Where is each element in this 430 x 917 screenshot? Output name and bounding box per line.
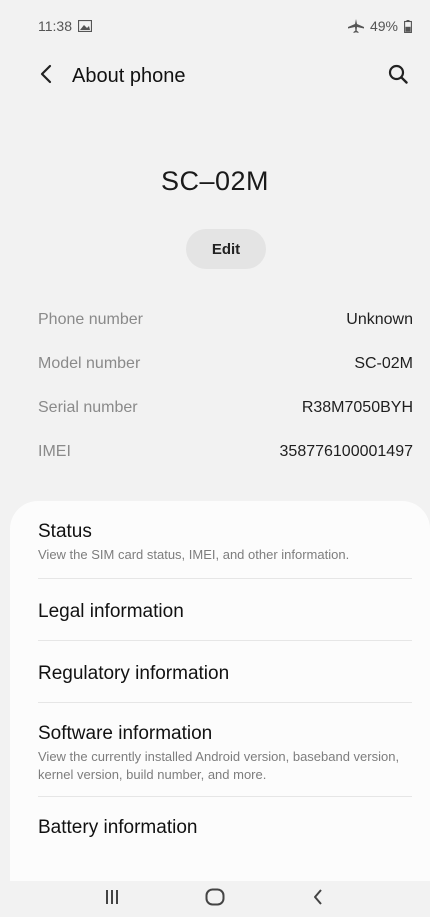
info-value: SC-02M — [354, 355, 413, 372]
info-label: Serial number — [38, 399, 138, 416]
gallery-notification-icon — [78, 20, 92, 32]
menu-item-subtitle: View the SIM card status, IMEI, and othe… — [38, 547, 350, 562]
status-time: 11:38 — [38, 18, 72, 34]
recent-apps-icon — [105, 889, 119, 910]
info-label: Phone number — [38, 311, 143, 328]
menu-item-status[interactable]: Status View the SIM card status, IMEI, a… — [38, 501, 412, 579]
menu-item-software-information[interactable]: Software information View the currently … — [38, 703, 412, 797]
status-right: 49% — [347, 18, 412, 34]
home-button[interactable] — [195, 884, 235, 914]
settings-card: Status View the SIM card status, IMEI, a… — [10, 501, 430, 881]
back-icon — [313, 888, 323, 910]
status-bar: 11:38 49% — [0, 0, 430, 52]
page-title: About phone — [72, 64, 186, 87]
search-icon — [388, 64, 408, 89]
home-icon — [205, 888, 225, 911]
menu-item-title: Regulatory information — [38, 663, 230, 684]
menu-item-regulatory-information[interactable]: Regulatory information — [38, 641, 412, 703]
airplane-mode-icon — [347, 19, 364, 33]
info-value: 358776100001497 — [279, 443, 413, 460]
menu-item-title: Status — [38, 521, 92, 542]
info-label: Model number — [38, 355, 141, 372]
menu-item-subtitle: View the currently installed Android ver… — [38, 749, 400, 782]
battery-icon — [404, 19, 412, 33]
back-nav-button[interactable] — [298, 884, 338, 914]
navigation-bar — [0, 881, 430, 917]
search-button[interactable] — [384, 62, 412, 90]
app-bar: About phone — [0, 52, 430, 100]
status-left: 11:38 — [38, 18, 92, 34]
edit-button[interactable]: Edit — [186, 229, 266, 269]
info-row-imei: IMEI 358776100001497 — [38, 430, 413, 474]
info-value: Unknown — [346, 311, 413, 328]
info-row-serial-number: Serial number R38M7050BYH — [38, 386, 413, 430]
battery-percent: 49% — [369, 18, 398, 34]
info-row-model-number: Model number SC-02M — [38, 342, 413, 386]
info-row-phone-number: Phone number Unknown — [38, 298, 413, 342]
menu-item-title: Software information — [38, 723, 213, 744]
info-label: IMEI — [38, 443, 71, 460]
menu-item-battery-information[interactable]: Battery information — [38, 797, 412, 851]
info-value: R38M7050BYH — [301, 399, 413, 416]
menu-item-title: Legal information — [38, 601, 184, 622]
back-arrow-icon — [40, 64, 52, 89]
recent-apps-button[interactable] — [92, 884, 132, 914]
back-button[interactable] — [34, 64, 58, 88]
device-name: SC–02M — [160, 166, 270, 196]
device-info-list: Phone number Unknown Model number SC-02M… — [38, 298, 413, 474]
menu-item-title: Battery information — [38, 817, 198, 838]
menu-item-legal-information[interactable]: Legal information — [38, 579, 412, 641]
